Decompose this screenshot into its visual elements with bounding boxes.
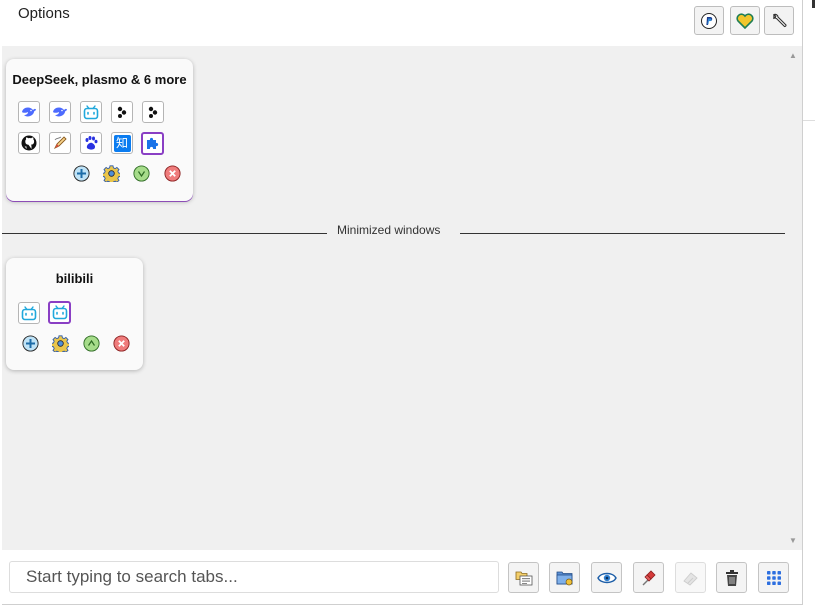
window-title: DeepSeek, plasmo & 6 more xyxy=(12,72,187,87)
eraser-icon xyxy=(682,571,698,586)
deepseek-icon xyxy=(22,107,36,117)
header: Options xyxy=(2,0,802,46)
settings-gear-icon[interactable] xyxy=(52,335,69,352)
settings-gear-icon[interactable] xyxy=(103,165,120,182)
tab-extension[interactable] xyxy=(49,132,71,154)
tab-plasmo[interactable] xyxy=(142,101,164,123)
extension-pencil-icon xyxy=(53,136,67,150)
search-input[interactable] xyxy=(9,561,499,593)
folder-plus-icon xyxy=(556,571,572,585)
favorite-button[interactable] xyxy=(730,6,760,35)
delete-button[interactable] xyxy=(716,562,747,593)
plasmo-icon xyxy=(148,106,158,118)
new-window-button[interactable] xyxy=(549,562,580,593)
page-title: Options xyxy=(18,5,70,22)
tab-github[interactable] xyxy=(18,132,40,154)
paypal-button[interactable] xyxy=(694,6,724,35)
zhihu-icon: 知 xyxy=(113,134,131,152)
wrench-icon xyxy=(772,13,787,27)
window-card[interactable]: DeepSeek, plasmo & 6 more 知 xyxy=(6,59,193,201)
restore-icon[interactable] xyxy=(83,335,100,352)
footer-toolbar xyxy=(2,550,802,604)
puzzle-icon xyxy=(147,137,159,149)
close-window-icon[interactable] xyxy=(164,165,181,182)
tab-zhihu[interactable]: 知 xyxy=(111,132,133,154)
bilibili-icon xyxy=(83,104,99,119)
extension-popup: Options ▲ ▼ DeepSeek, plasmo & 6 more 知 … xyxy=(2,0,803,605)
minimize-icon[interactable] xyxy=(133,165,150,182)
separator-label: Minimized windows xyxy=(337,223,441,237)
background-edge-line xyxy=(803,120,815,121)
tab-bilibili-active[interactable] xyxy=(48,301,71,324)
tab-extension-active[interactable] xyxy=(141,132,164,155)
trash-icon xyxy=(725,569,738,586)
paypal-icon xyxy=(701,12,717,29)
pin-button[interactable] xyxy=(633,562,664,593)
tab-plasmo[interactable] xyxy=(111,101,133,123)
separator-line-right xyxy=(460,233,785,234)
pin-icon xyxy=(642,569,656,585)
deepseek-icon xyxy=(53,107,67,117)
tab-bilibili[interactable] xyxy=(18,302,40,324)
settings-button[interactable] xyxy=(764,6,794,35)
scroll-down-arrow[interactable]: ▼ xyxy=(789,536,797,545)
github-icon xyxy=(21,135,37,151)
bilibili-icon xyxy=(21,305,37,320)
close-window-icon[interactable] xyxy=(113,335,130,352)
eye-icon xyxy=(596,572,617,583)
heart-icon xyxy=(736,12,754,29)
tab-baidu[interactable] xyxy=(80,132,102,154)
window-title: bilibili xyxy=(55,271,94,286)
tab-deepseek[interactable] xyxy=(49,101,71,123)
background-page-edge xyxy=(803,0,815,606)
separator-line-left xyxy=(2,233,327,234)
new-tab-icon[interactable] xyxy=(73,165,90,182)
plasmo-icon xyxy=(117,106,127,118)
view-button[interactable] xyxy=(591,562,622,593)
group-tabs-button[interactable] xyxy=(508,562,539,593)
folders-icon xyxy=(515,571,532,585)
tab-bilibili[interactable] xyxy=(80,101,102,123)
grid-icon xyxy=(766,570,781,585)
new-tab-icon[interactable] xyxy=(22,335,39,352)
clear-button[interactable] xyxy=(675,562,706,593)
window-card-minimized[interactable]: bilibili xyxy=(6,258,143,370)
grid-button[interactable] xyxy=(758,562,789,593)
bilibili-icon xyxy=(52,305,67,320)
tab-deepseek[interactable] xyxy=(18,101,40,123)
baidu-icon xyxy=(85,136,98,150)
scroll-up-arrow[interactable]: ▲ xyxy=(789,51,797,60)
